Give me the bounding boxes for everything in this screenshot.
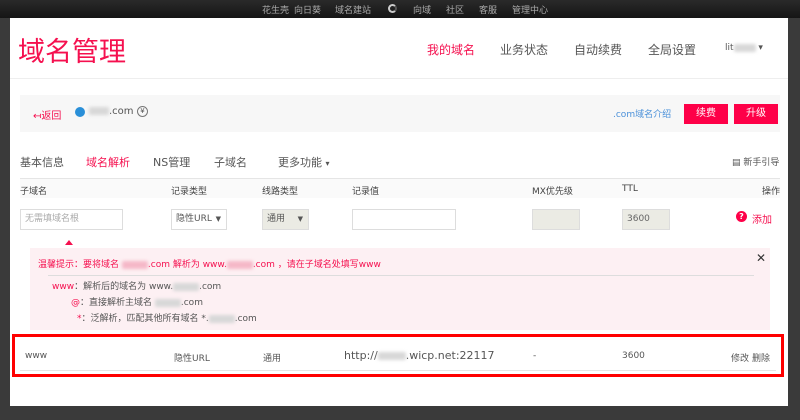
col-actions: 操作: [761, 187, 780, 197]
logo-icon[interactable]: [388, 4, 397, 13]
edit-button[interactable]: 修改: [731, 351, 749, 364]
renew-button[interactable]: 续费: [684, 104, 728, 124]
record-type-select[interactable]: 隐性URL ▼: [171, 209, 227, 230]
yen-icon[interactable]: ¥: [137, 106, 148, 117]
globe-icon: [75, 107, 85, 117]
topnav-item[interactable]: 花生壳: [262, 3, 289, 16]
nav-auto-renew[interactable]: 自动续费: [574, 41, 622, 58]
add-button[interactable]: 添加: [752, 211, 772, 226]
help-icon[interactable]: ?: [736, 211, 747, 222]
ttl-input[interactable]: 3600: [622, 209, 670, 230]
col-value: 记录值: [352, 187, 380, 197]
tab-ns[interactable]: NS管理: [153, 154, 190, 170]
close-icon[interactable]: ✕: [756, 251, 766, 265]
subdomain-input[interactable]: 无需填域名根: [20, 209, 123, 230]
username: lit: [725, 43, 734, 53]
back-link[interactable]: ↤返回: [33, 107, 61, 122]
divider: [48, 275, 754, 276]
tab-basic-info[interactable]: 基本信息: [20, 154, 64, 170]
tip-line-wildcard: *：泛解析，匹配其他所有域名 *. .com: [77, 314, 257, 324]
tab-subdomain[interactable]: 子域名: [214, 154, 247, 170]
topnav-item[interactable]: 社区: [446, 3, 464, 16]
tip-line-www: www：解析后的域名为 www. .com: [52, 282, 222, 292]
table-row: www 隐性URL 通用 http://.wicp.net:22117 - 36…: [20, 340, 776, 371]
tip-line-at: @：直接解析主域名 .com: [71, 298, 203, 308]
mx-input[interactable]: [532, 209, 580, 230]
user-menu[interactable]: lit ▾: [725, 43, 763, 53]
nav-business-status[interactable]: 业务状态: [500, 41, 548, 58]
topnav-item[interactable]: 管理中心: [512, 3, 548, 16]
page-title: 域名管理: [18, 37, 126, 68]
tip-title: 温馨提示：要将域名 .com 解析为 www. .com ，请在子域名处填写www: [38, 260, 381, 270]
main-window: 域名管理 我的域名 业务状态 自动续费 全局设置 lit ▾ ↤返回 .com …: [10, 18, 788, 406]
record-row-highlight: www 隐性URL 通用 http://.wicp.net:22117 - 36…: [12, 334, 784, 377]
record-value-input[interactable]: [352, 209, 456, 230]
col-line-type: 线路类型: [262, 187, 299, 197]
tab-dns[interactable]: 域名解析: [86, 154, 130, 170]
domain-intro-link[interactable]: .com域名介绍: [613, 107, 671, 120]
record-subdomain: www: [25, 351, 48, 361]
domain-name: .com: [89, 106, 134, 117]
topnav-item[interactable]: 客服: [479, 3, 497, 16]
delete-button[interactable]: 删除: [752, 351, 770, 364]
record-value: http://.wicp.net:22117: [344, 349, 495, 362]
topnav-item[interactable]: 域名建站: [335, 3, 371, 16]
col-mx: MX优先级: [532, 187, 573, 197]
pointer-caret: [65, 240, 73, 245]
col-ttl: TTL: [622, 184, 638, 194]
col-record-type: 记录类型: [171, 187, 208, 197]
document-icon: ▤: [732, 158, 741, 168]
upgrade-button[interactable]: 升级: [734, 104, 778, 124]
nav-global-settings[interactable]: 全局设置: [648, 41, 696, 58]
divider: [10, 78, 788, 79]
tab-more[interactable]: 更多功能 ▾: [278, 154, 330, 170]
record-line: 通用: [263, 354, 282, 364]
col-subdomain: 子域名: [20, 187, 48, 197]
line-type-select[interactable]: 通用 ▼: [262, 209, 309, 230]
top-nav-bar: 花生壳 向日葵 域名建站 向域 社区 客服 管理中心: [0, 0, 800, 18]
record-mx: -: [533, 351, 537, 361]
nav-my-domains[interactable]: 我的域名: [427, 41, 475, 58]
record-ttl: 3600: [622, 351, 645, 361]
tip-box: 温馨提示：要将域名 .com 解析为 www. .com ，请在子域名处填写www…: [30, 248, 770, 330]
record-type: 隐性URL: [174, 354, 210, 364]
topnav-item[interactable]: 向域: [413, 3, 431, 16]
guide-link[interactable]: ▤ 新手引导: [732, 155, 779, 168]
domain-bar: ↤返回 .com ¥ .com域名介绍 续费 升级: [20, 95, 780, 132]
table-header: 子域名 记录类型 线路类型 记录值 MX优先级 TTL 操作: [20, 178, 780, 198]
topnav-item[interactable]: 向日葵: [294, 3, 321, 16]
